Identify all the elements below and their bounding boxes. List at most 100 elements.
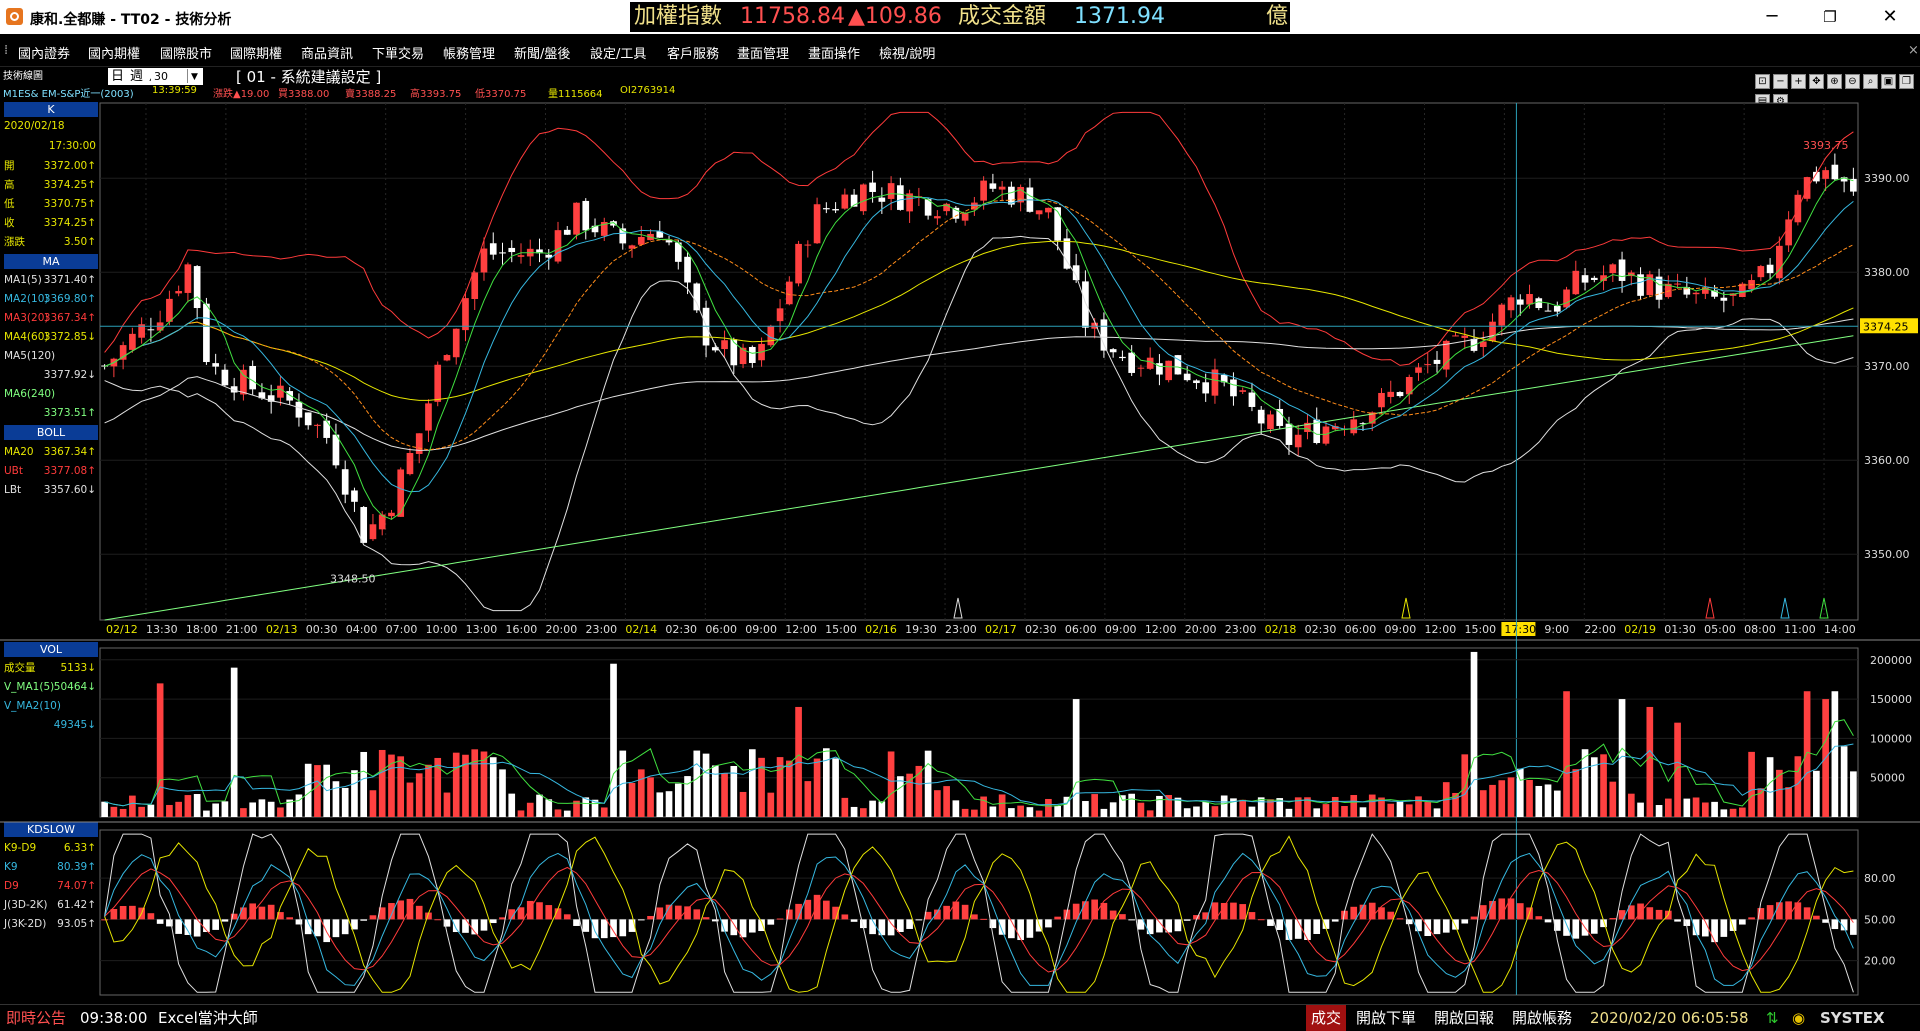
volume-bar bbox=[101, 801, 108, 817]
candle-body bbox=[1239, 390, 1247, 392]
time-tick-label: 01:30 bbox=[1664, 623, 1696, 636]
candle-body bbox=[1193, 380, 1200, 384]
connection-icon: ⇅ bbox=[1766, 1009, 1779, 1027]
candle-body bbox=[748, 346, 756, 363]
kd-diff-bar bbox=[619, 919, 627, 937]
candle-body bbox=[508, 247, 516, 253]
candle-body bbox=[1572, 270, 1580, 295]
volume-bar bbox=[1341, 806, 1348, 817]
kd-diff-bar bbox=[1415, 919, 1422, 932]
technical-chart[interactable]: 02/12 13:30 18:00 21:00 02/13 00:30 04:00 07:00… bbox=[0, 0, 1920, 1004]
volume-bar bbox=[1850, 771, 1857, 817]
kd-diff-bar bbox=[1313, 919, 1321, 934]
kd-diff-bar bbox=[887, 919, 895, 936]
candle-body bbox=[813, 204, 821, 244]
volume-bar bbox=[1581, 749, 1589, 817]
candle-body bbox=[795, 243, 802, 284]
candle-body bbox=[961, 213, 969, 221]
volume-bar bbox=[934, 790, 941, 817]
candle-body bbox=[1757, 266, 1765, 278]
candle-body bbox=[989, 183, 997, 189]
candle-body bbox=[776, 308, 784, 322]
kd-diff-bar bbox=[804, 899, 812, 920]
open-report-button[interactable]: 開啟回報 bbox=[1434, 1005, 1494, 1031]
volume-bar bbox=[1803, 691, 1811, 817]
kd-diff-bar bbox=[462, 919, 469, 933]
kd-tick-label: 20.00 bbox=[1864, 955, 1896, 968]
volume-bar bbox=[129, 795, 136, 817]
volume-bar bbox=[517, 810, 525, 817]
kd-diff-bar bbox=[1535, 916, 1543, 920]
volume-bar bbox=[1813, 770, 1820, 817]
kd-diff-bar bbox=[369, 915, 377, 920]
candle-body bbox=[304, 412, 312, 426]
candle-body bbox=[998, 186, 1006, 190]
announcement-message[interactable]: Excel當沖大師 bbox=[158, 1005, 258, 1031]
volume-bar bbox=[138, 806, 145, 817]
volume-bar bbox=[1072, 699, 1080, 817]
candle-body bbox=[637, 236, 645, 245]
volume-bar bbox=[1387, 803, 1395, 817]
candle-body bbox=[332, 434, 340, 466]
candle-body bbox=[129, 333, 136, 350]
volume-bar bbox=[1405, 804, 1413, 817]
volume-bar bbox=[582, 797, 590, 817]
candle-body bbox=[1452, 335, 1459, 337]
time-tick-label: 02/19 bbox=[1624, 623, 1656, 636]
time-tick-label: 9:00 bbox=[1544, 623, 1569, 636]
kd-diff-bar bbox=[1563, 919, 1570, 936]
kd-diff-bar bbox=[1267, 919, 1274, 926]
candle-body bbox=[1822, 170, 1829, 179]
volume-bar bbox=[1646, 706, 1654, 817]
volume-bar bbox=[897, 776, 904, 817]
time-tick-label: 02/17 bbox=[985, 623, 1017, 636]
current-price-label: 3374.25 bbox=[1863, 320, 1909, 333]
candle-body bbox=[480, 248, 488, 273]
volume-bar bbox=[1489, 784, 1496, 817]
candle-body bbox=[934, 216, 941, 219]
volume-bar bbox=[1544, 784, 1552, 817]
price-tick-label: 3350.00 bbox=[1864, 548, 1910, 561]
kd-tick-label: 50.00 bbox=[1864, 913, 1896, 926]
volume-bar bbox=[869, 800, 876, 817]
volume-bar bbox=[961, 808, 969, 817]
volume-bar bbox=[998, 794, 1006, 817]
candle-body bbox=[1387, 391, 1395, 397]
time-tick-label: 12:00 bbox=[785, 623, 817, 636]
volume-bar bbox=[1285, 808, 1293, 817]
candle-body bbox=[554, 230, 562, 262]
kd-diff-bar bbox=[452, 919, 460, 933]
candle-body bbox=[1100, 319, 1108, 351]
kd-diff-bar bbox=[1239, 904, 1247, 920]
volume-bar bbox=[1211, 806, 1219, 817]
announcement-label[interactable]: 即時公告 bbox=[6, 1005, 66, 1031]
candle-body bbox=[1294, 434, 1302, 448]
volume-bar bbox=[397, 756, 405, 817]
open-order-button[interactable]: 開啟下單 bbox=[1356, 1005, 1416, 1031]
candle-body bbox=[286, 391, 294, 401]
kd-diff-bar bbox=[998, 919, 1006, 935]
candle-body bbox=[730, 339, 738, 366]
time-tick-label: 00:30 bbox=[306, 623, 338, 636]
kd-diff-bar bbox=[415, 905, 423, 920]
volume-bar bbox=[1470, 651, 1478, 817]
candle-body bbox=[489, 243, 497, 255]
kd-diff-bar bbox=[1174, 919, 1182, 932]
candle-body bbox=[1563, 289, 1570, 308]
time-tick-label: 02/13 bbox=[266, 623, 298, 636]
volume-bar bbox=[647, 777, 654, 817]
candle-body bbox=[582, 200, 590, 231]
time-tick-label: 14:00 bbox=[1824, 623, 1856, 636]
kd-diff-bar bbox=[212, 919, 219, 930]
volume-bar bbox=[452, 752, 460, 817]
volume-bar bbox=[711, 765, 719, 817]
candle-body bbox=[1507, 297, 1515, 311]
candle-body bbox=[841, 194, 849, 209]
kd-diff-bar bbox=[897, 919, 904, 932]
candle-body bbox=[897, 185, 904, 210]
time-tick-label: 23:00 bbox=[585, 623, 617, 636]
volume-bar bbox=[193, 794, 201, 817]
candle-body bbox=[1378, 392, 1385, 408]
open-account-button[interactable]: 開啟帳務 bbox=[1512, 1005, 1572, 1031]
candle-body bbox=[1553, 305, 1561, 312]
